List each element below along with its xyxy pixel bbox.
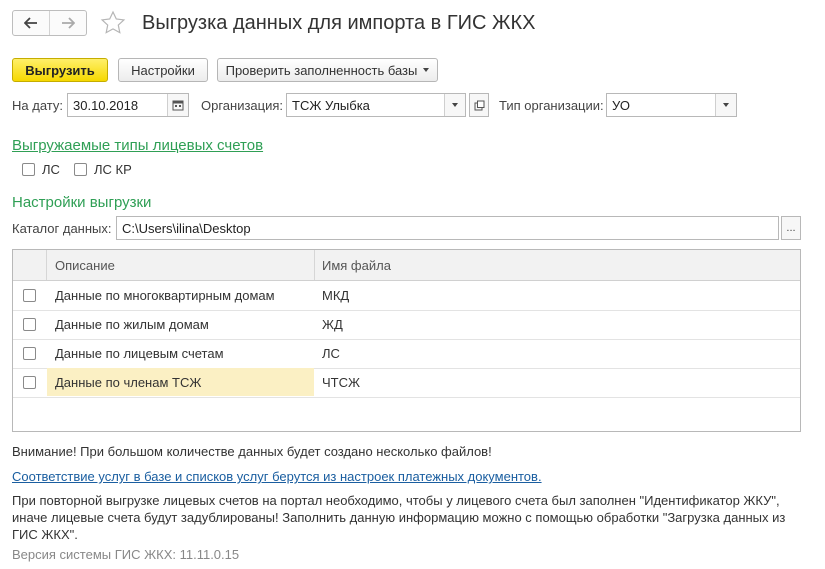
export-settings-title: Настройки выгрузки	[12, 194, 152, 211]
column-header-description[interactable]: Описание	[55, 250, 115, 280]
files-table: Описание Имя файла Данные по многокварти…	[12, 249, 801, 432]
export-button[interactable]: Выгрузить	[12, 58, 108, 82]
system-version: Версия системы ГИС ЖКХ: 11.11.0.15	[12, 547, 240, 562]
row-description: Данные по многоквартирным домам	[55, 287, 275, 303]
account-type-ls-kr[interactable]: ЛС КР	[74, 162, 132, 177]
star-icon[interactable]	[100, 10, 126, 36]
browse-button[interactable]: ...	[781, 216, 801, 240]
organization-value: ТСЖ Улыбка	[292, 97, 370, 113]
check-database-label: Проверить заполненность базы	[225, 62, 418, 78]
column-divider	[314, 250, 315, 280]
row-checkbox-cell	[23, 339, 41, 367]
date-value: 30.10.2018	[73, 97, 139, 113]
organization-dropdown-button[interactable]	[444, 94, 465, 116]
check-database-button[interactable]: Проверить заполненность базы	[217, 58, 438, 82]
column-divider	[46, 250, 47, 280]
arrow-left-icon	[24, 17, 37, 29]
settings-button[interactable]: Настройки	[118, 58, 208, 82]
checkbox[interactable]	[22, 163, 35, 176]
catalog-value: C:\Users\ilina\Desktop	[122, 220, 251, 236]
org-type-label: Тип организации:	[499, 98, 604, 113]
row-description: Данные по жилым домам	[55, 316, 209, 332]
account-type-ls[interactable]: ЛС	[22, 162, 60, 177]
table-header: Описание Имя файла	[13, 250, 800, 281]
info-line-3: ГИС ЖКХ".	[12, 527, 78, 542]
catalog-field[interactable]: C:\Users\ilina\Desktop	[116, 216, 779, 240]
services-link[interactable]: Соответствие услуг в базе и списков услу…	[12, 469, 542, 484]
back-button[interactable]	[13, 11, 49, 35]
table-row[interactable]: Данные по многоквартирным домам МКД	[13, 281, 800, 311]
org-type-value: УО	[612, 97, 630, 113]
checkbox[interactable]	[23, 375, 36, 389]
org-type-dropdown-button[interactable]	[715, 94, 736, 116]
chevron-down-icon	[452, 103, 458, 107]
calendar-icon	[172, 100, 184, 111]
date-label: На дату:	[12, 98, 63, 113]
row-checkbox-cell	[23, 281, 41, 309]
org-type-select[interactable]: УО	[606, 93, 737, 117]
open-organization-button[interactable]	[469, 93, 489, 117]
navigation-buttons	[12, 10, 87, 36]
checkbox[interactable]	[23, 317, 36, 331]
row-description: Данные по членам ТСЖ	[47, 368, 314, 396]
chevron-down-icon	[723, 103, 729, 107]
warning-text: Внимание! При большом количестве данных …	[12, 444, 492, 459]
account-type-ls-label: ЛС	[42, 162, 60, 177]
forward-button[interactable]	[49, 11, 86, 35]
table-row[interactable]: Данные по лицевым счетам ЛС	[13, 339, 800, 369]
row-file: ЧТСЖ	[322, 374, 360, 390]
row-file: ЖД	[322, 316, 343, 332]
date-field[interactable]: 30.10.2018	[67, 93, 189, 117]
column-header-file[interactable]: Имя файла	[322, 250, 391, 280]
info-line-1: При повторной выгрузке лицевых счетов на…	[12, 493, 780, 508]
arrow-right-icon	[62, 17, 75, 29]
account-types-title[interactable]: Выгружаемые типы лицевых счетов	[12, 137, 263, 154]
row-file: МКД	[322, 287, 350, 303]
open-icon	[474, 100, 484, 110]
page-title: Выгрузка данных для импорта в ГИС ЖКХ	[142, 12, 536, 34]
account-type-ls-kr-label: ЛС КР	[94, 162, 132, 177]
chevron-down-icon	[423, 68, 430, 72]
row-description: Данные по лицевым счетам	[55, 345, 224, 361]
checkbox[interactable]	[74, 163, 87, 176]
catalog-label: Каталог данных:	[12, 221, 112, 236]
table-row[interactable]: Данные по членам ТСЖ ЧТСЖ	[13, 368, 800, 398]
checkbox[interactable]	[23, 288, 36, 302]
info-line-2: иначе лицевые счета будут задублированы!…	[12, 510, 786, 525]
calendar-button[interactable]	[167, 94, 188, 116]
checkbox[interactable]	[23, 346, 36, 360]
organization-label: Организация:	[201, 98, 284, 113]
row-file: ЛС	[322, 345, 340, 361]
row-checkbox-cell	[23, 310, 41, 338]
table-row[interactable]: Данные по жилым домам ЖД	[13, 310, 800, 340]
organization-field[interactable]: ТСЖ Улыбка	[286, 93, 466, 117]
row-checkbox-cell	[23, 368, 41, 396]
